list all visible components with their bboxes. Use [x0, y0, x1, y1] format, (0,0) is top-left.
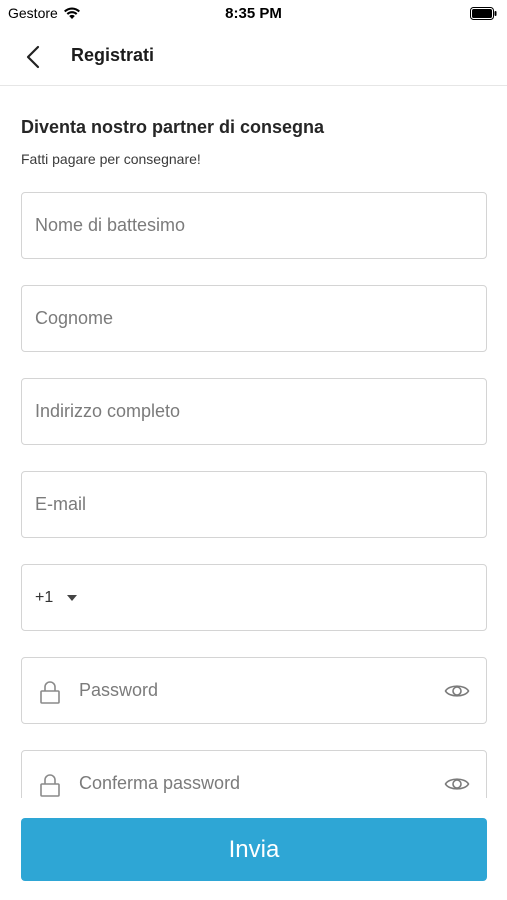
page-title: Registrati [71, 45, 155, 65]
battery-icon [470, 7, 497, 20]
status-time: 8:35 PM [225, 5, 282, 22]
email-field-container [21, 471, 487, 538]
password-field-container [21, 657, 487, 724]
submit-button[interactable]: Invia [21, 818, 487, 881]
password-field[interactable] [79, 658, 439, 723]
status-bar: Gestore 8:35 PM [0, 0, 507, 28]
form-heading: Diventa nostro partner di consegna [21, 117, 325, 137]
phone-field-container: +1 [21, 564, 487, 631]
confirm-password-field-container [21, 750, 487, 798]
form-subheading: Fatti pagare per consegnare! [21, 151, 201, 167]
address-field[interactable] [35, 379, 455, 444]
nav-bar: Registrati [0, 28, 507, 86]
phone-field[interactable] [102, 565, 472, 630]
caret-down-icon [67, 594, 78, 601]
back-arrow-icon[interactable] [20, 43, 48, 71]
form-content[interactable]: Diventa nostro partner di consegna Fatti… [0, 87, 507, 798]
eye-icon[interactable] [444, 775, 470, 793]
confirm-password-field[interactable] [79, 751, 439, 798]
eye-icon[interactable] [444, 682, 470, 700]
country-code-label: +1 [35, 588, 54, 606]
address-field-container [21, 378, 487, 445]
registration-screen: Gestore 8:35 PM Registrati Diventa nostr… [0, 0, 507, 900]
last-name-field-container [21, 285, 487, 352]
first-name-field[interactable] [35, 193, 455, 258]
lock-icon [40, 681, 60, 704]
country-code-selector[interactable]: +1 [35, 565, 78, 630]
first-name-field-container [21, 192, 487, 259]
email-field[interactable] [35, 472, 455, 537]
last-name-field[interactable] [35, 286, 455, 351]
lock-icon [40, 774, 60, 797]
